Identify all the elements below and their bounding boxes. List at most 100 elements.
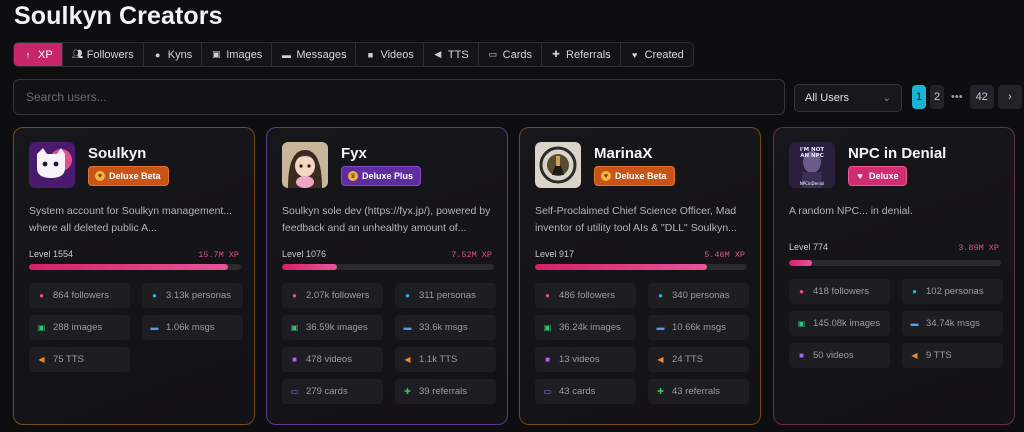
stat-text: 2.07k followers	[306, 290, 370, 301]
tab-referrals[interactable]: ✚ Referrals	[542, 43, 621, 66]
chat-icon: ▬	[281, 49, 291, 60]
stat-personas: ● 3.13k personas	[142, 283, 243, 308]
crown-icon: ♥	[601, 171, 611, 181]
avatar	[282, 142, 328, 188]
stat-text: 24 TTS	[672, 354, 703, 365]
avatar	[535, 142, 581, 188]
tier-badge-label: Deluxe Beta	[109, 171, 161, 181]
stat-text: 36.24k images	[559, 322, 621, 333]
xp-value: 15.7M XP	[198, 250, 239, 260]
stat-msgs: ▬ 10.66k msgs	[648, 315, 749, 340]
creator-name: Soulkyn	[88, 145, 147, 162]
stat-followers: ● 864 followers	[29, 283, 130, 308]
creator-card[interactable]: Fyx ♛ Deluxe Plus Soulkyn sole dev (https…	[266, 127, 508, 425]
creator-card[interactable]: I'M NOT AN NPC NPCinDenial NPC in Denial…	[773, 127, 1015, 425]
tab-label: Cards	[502, 48, 533, 61]
next-page-button[interactable]: ›	[997, 85, 1022, 109]
tab-label: Referrals	[566, 48, 611, 61]
image-icon: ▣	[37, 323, 46, 332]
tab-xp[interactable]: ↑ XP	[14, 43, 63, 66]
xp-progress-fill	[29, 264, 229, 270]
xp-progress-bar	[282, 264, 494, 270]
tier-badge: ♥ Deluxe Beta	[594, 166, 675, 186]
creator-description: A random NPC... in denial.	[789, 205, 913, 217]
stat-text: 478 videos	[306, 354, 352, 365]
creator-name: Fyx	[341, 145, 367, 162]
chevron-right-icon: ›	[1007, 91, 1012, 103]
person-icon: ●	[155, 49, 161, 60]
tab-kyns[interactable]: ● Kyns	[144, 43, 203, 66]
search-box	[13, 79, 785, 115]
speaker-icon: ◀	[434, 49, 442, 59]
tab-tts[interactable]: ◀ TTS	[424, 43, 479, 66]
creator-card[interactable]: MarinaX ♥ Deluxe Beta Self-Proclaimed Chi…	[519, 127, 761, 425]
xp-progress-fill	[282, 264, 338, 270]
tab-followers[interactable]: 👥︎ Followers	[63, 43, 144, 66]
stat-text: 288 images	[53, 322, 103, 333]
stat-cards: ▭ 279 cards	[282, 379, 383, 404]
stat-text: 9 TTS	[926, 350, 952, 361]
creator-description: System account for Soulkyn management...…	[29, 205, 233, 234]
page-button-2[interactable]: 2	[930, 85, 944, 109]
stat-msgs: ▬ 34.74k msgs	[902, 311, 1003, 336]
pagination: 1 2 ••• 42 ›	[912, 85, 1022, 109]
creator-name: MarinaX	[594, 145, 653, 162]
stat-videos: ■ 478 videos	[282, 347, 383, 372]
tier-badge: ♛ Deluxe Plus	[341, 166, 422, 186]
tier-badge: ♥ Deluxe Beta	[88, 166, 169, 186]
creator-card[interactable]: Soulkyn ♥ Deluxe Beta System account for …	[13, 127, 255, 425]
stat-text: 43 cards	[559, 386, 596, 397]
stat-tts: ◀ 24 TTS	[648, 347, 749, 372]
stat-images: ▣ 288 images	[29, 315, 130, 340]
user-filter-select[interactable]: All Users ⌄	[794, 84, 902, 112]
tab-created[interactable]: ♥ Created	[621, 43, 693, 66]
stat-text: 340 personas	[672, 290, 730, 301]
xp-progress-bar	[535, 264, 747, 270]
level-label: Level 1076	[282, 249, 327, 259]
tab-label: TTS	[447, 48, 469, 61]
search-input[interactable]	[14, 80, 784, 114]
tier-badge-label: Deluxe Plus	[362, 171, 414, 181]
crown-icon: ♛	[348, 171, 358, 181]
stat-images: ▣ 145.08k images	[789, 311, 890, 336]
page-button-last[interactable]: 42	[969, 85, 994, 109]
card-icon: ▭	[488, 49, 497, 59]
stat-text: 418 followers	[813, 286, 869, 297]
users-icon: ●	[799, 287, 804, 296]
person-icon: ●	[658, 291, 663, 300]
user-plus-icon: ✚	[404, 387, 411, 396]
stat-tts: ◀ 1.1k TTS	[395, 347, 496, 372]
stats-grid: ● 486 followers ● 340 personas ▣ 36.24k ima…	[535, 283, 749, 404]
stat-tts: ◀ 9 TTS	[902, 343, 1003, 368]
stat-text: 3.13k personas	[166, 290, 231, 301]
tab-images[interactable]: ▣ Images	[202, 43, 273, 66]
avatar	[29, 142, 75, 188]
stats-grid: ● 418 followers ● 102 personas ▣ 145.08k im…	[789, 279, 1003, 368]
pagination-ellipsis: •••	[951, 91, 963, 103]
sort-tabs: ↑ XP 👥︎ Followers ● Kyns ▣ Images ▬ Messages …	[13, 42, 694, 67]
users-icon: ●	[545, 291, 550, 300]
stat-followers: ● 418 followers	[789, 279, 890, 304]
speaker-icon: ◀	[38, 355, 45, 364]
users-icon: ●	[292, 291, 297, 300]
tab-videos[interactable]: ■ Videos	[356, 43, 424, 66]
stat-text: 13 videos	[559, 354, 600, 365]
xp-value: 7.52M XP	[451, 250, 492, 260]
stat-text: 36.59k images	[306, 322, 368, 333]
stat-text: 311 personas	[419, 290, 476, 301]
stat-text: 279 cards	[306, 386, 348, 397]
stat-text: 486 followers	[559, 290, 615, 301]
page-button-1[interactable]: 1	[912, 85, 926, 109]
xp-progress-fill	[535, 264, 707, 270]
tier-badge-label: Deluxe	[869, 171, 899, 181]
person-icon: ●	[912, 287, 917, 296]
xp-progress-fill	[789, 260, 813, 266]
creator-name: NPC in Denial	[848, 145, 947, 162]
tab-messages[interactable]: ▬ Messages	[272, 43, 357, 66]
speaker-icon: ◀	[911, 351, 918, 360]
stat-cards: ▭ 43 cards	[535, 379, 636, 404]
level-label: Level 1554	[29, 249, 74, 259]
stat-text: 33.6k msgs	[419, 322, 468, 333]
page-title: Soulkyn Creators	[14, 2, 223, 30]
tab-cards[interactable]: ▭ Cards	[479, 43, 543, 66]
